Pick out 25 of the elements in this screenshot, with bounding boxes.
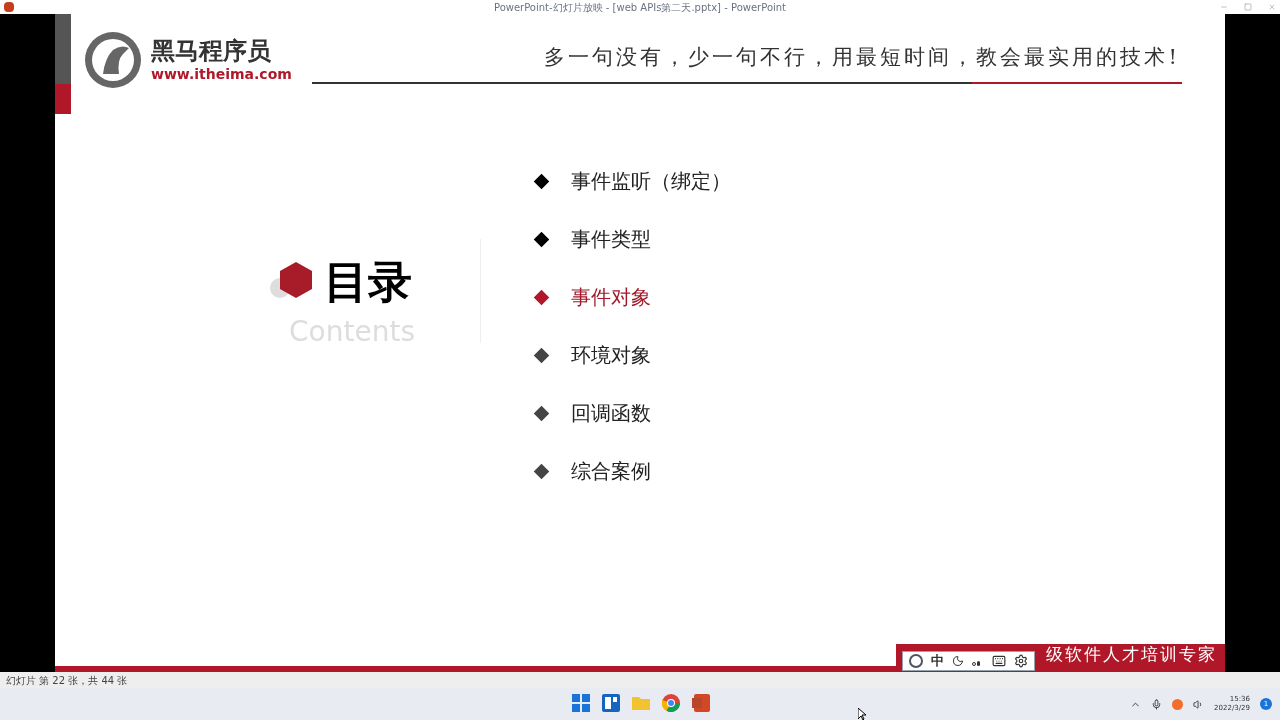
agenda-item: 事件类型 (571, 226, 651, 253)
mouse-cursor-icon (858, 708, 867, 720)
microphone-icon[interactable] (1151, 698, 1163, 710)
window-title: PowerPoint-幻灯片放映 - [web APIs第二天.pptx] - PowerPoint (493, 0, 787, 15)
widgets-icon[interactable] (602, 694, 620, 712)
ime-logo-icon[interactable] (909, 654, 923, 668)
accent-block (55, 84, 71, 114)
settings-icon[interactable] (1014, 654, 1028, 668)
agenda-item: 事件对象 (571, 284, 651, 311)
logo-name: 黑马程序员 (151, 39, 272, 63)
heading: 目录 (324, 255, 412, 309)
logo-url: www.itheima.com (151, 67, 292, 81)
agenda-item: 综合案例 (571, 458, 651, 485)
input-mode-button[interactable]: 中 (931, 651, 944, 671)
agenda-item: 事件监听（绑定） (571, 168, 731, 195)
start-icon[interactable] (572, 694, 590, 712)
slide-counter: 幻灯片 第 22 张，共 44 张 (6, 673, 128, 688)
chrome-icon[interactable] (662, 694, 680, 712)
accent-bar (55, 14, 71, 84)
keyboard-icon[interactable] (992, 654, 1006, 668)
agenda-item: 回调函数 (571, 400, 651, 427)
app-icon (4, 2, 14, 12)
agenda-item: 环境对象 (571, 342, 651, 369)
moon-icon[interactable] (952, 655, 964, 667)
slogan: 多一句没有，少一句不行，用最短时间，教会最实用的技术! (544, 44, 1180, 71)
